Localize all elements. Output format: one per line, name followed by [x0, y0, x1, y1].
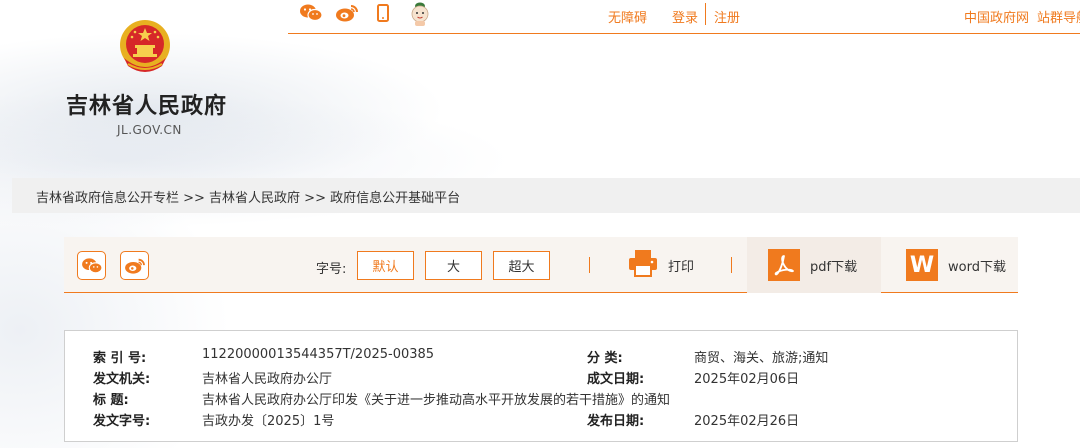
document-number-value: 吉政办发〔2025〕1号 [202, 414, 335, 429]
index-number-value: 11220000013544357T/2025-00385 [202, 347, 435, 362]
site-nav-link[interactable]: 站群导航 [1037, 7, 1080, 26]
title-value: 吉林省人民政府办公厅印发《关于进一步推动高水平开放发展的若干措施》的通知 [202, 393, 671, 408]
top-bar: 无障碍 登录 注册 中国政府网 站群导航 [288, 0, 1080, 34]
title-label: 标 题: [93, 393, 129, 408]
wechat-icon[interactable] [298, 2, 324, 24]
category-value: 商贸、海关、旅游;通知 [694, 351, 829, 366]
word-download-label: word下载 [948, 259, 1006, 275]
national-emblem-logo[interactable] [116, 18, 174, 78]
breadcrumb: 吉林省政府信息公开专栏 >> 吉林省人民政府 >> 政府信息公开基础平台 [12, 178, 1080, 213]
gov-site-link[interactable]: 中国政府网 [964, 7, 1029, 26]
category-label: 分 类: [587, 351, 623, 366]
pdf-download-button[interactable]: pdf下载 [768, 237, 857, 293]
article-toolbar: 字号: 默认 大 超大 打印 pdf下载 W word下载 [64, 237, 1018, 293]
document-info-panel: 索 引 号: 11220000013544357T/2025-00385 分 类… [64, 330, 1018, 442]
written-date-label: 成文日期: [587, 372, 645, 387]
register-link[interactable]: 注册 [714, 7, 740, 26]
site-title[interactable]: 吉林省人民政府 [66, 88, 227, 120]
font-size-large-button[interactable]: 大 [425, 251, 482, 280]
mobile-icon[interactable] [375, 2, 391, 24]
publish-date-label: 发布日期: [587, 414, 645, 429]
pdf-icon [768, 249, 800, 281]
top-divider [705, 3, 706, 25]
accessibility-link[interactable]: 无障碍 [608, 7, 647, 26]
word-icon: W [906, 249, 938, 281]
written-date-value: 2025年02月06日 [694, 372, 800, 387]
word-download-button[interactable]: W word下载 [906, 237, 1006, 293]
weibo-icon[interactable] [334, 2, 360, 24]
document-number-label: 发文字号: [93, 414, 151, 429]
toolbar-divider [589, 257, 590, 273]
publish-date-value: 2025年02月26日 [694, 414, 800, 429]
assistant-avatar-icon[interactable] [408, 1, 432, 27]
share-weibo-icon[interactable] [120, 251, 149, 280]
site-domain: JL.GOV.CN [117, 123, 182, 137]
issuer-label: 发文机关: [93, 372, 151, 387]
index-number-label: 索 引 号: [93, 351, 147, 366]
login-link[interactable]: 登录 [672, 7, 698, 26]
printer-icon [628, 249, 658, 281]
font-size-label: 字号: [316, 262, 347, 277]
pdf-download-label: pdf下载 [810, 259, 858, 275]
share-wechat-icon[interactable] [77, 251, 106, 280]
font-size-xlarge-button[interactable]: 超大 [493, 251, 550, 280]
font-size-default-button[interactable]: 默认 [357, 251, 414, 280]
print-label: 打印 [668, 259, 695, 275]
toolbar-divider [731, 257, 732, 273]
breadcrumb-path[interactable]: 吉林省政府信息公开专栏 >> 吉林省人民政府 >> 政府信息公开基础平台 [36, 187, 460, 206]
issuer-value: 吉林省人民政府办公厅 [202, 372, 333, 387]
print-button[interactable]: 打印 [628, 237, 694, 293]
